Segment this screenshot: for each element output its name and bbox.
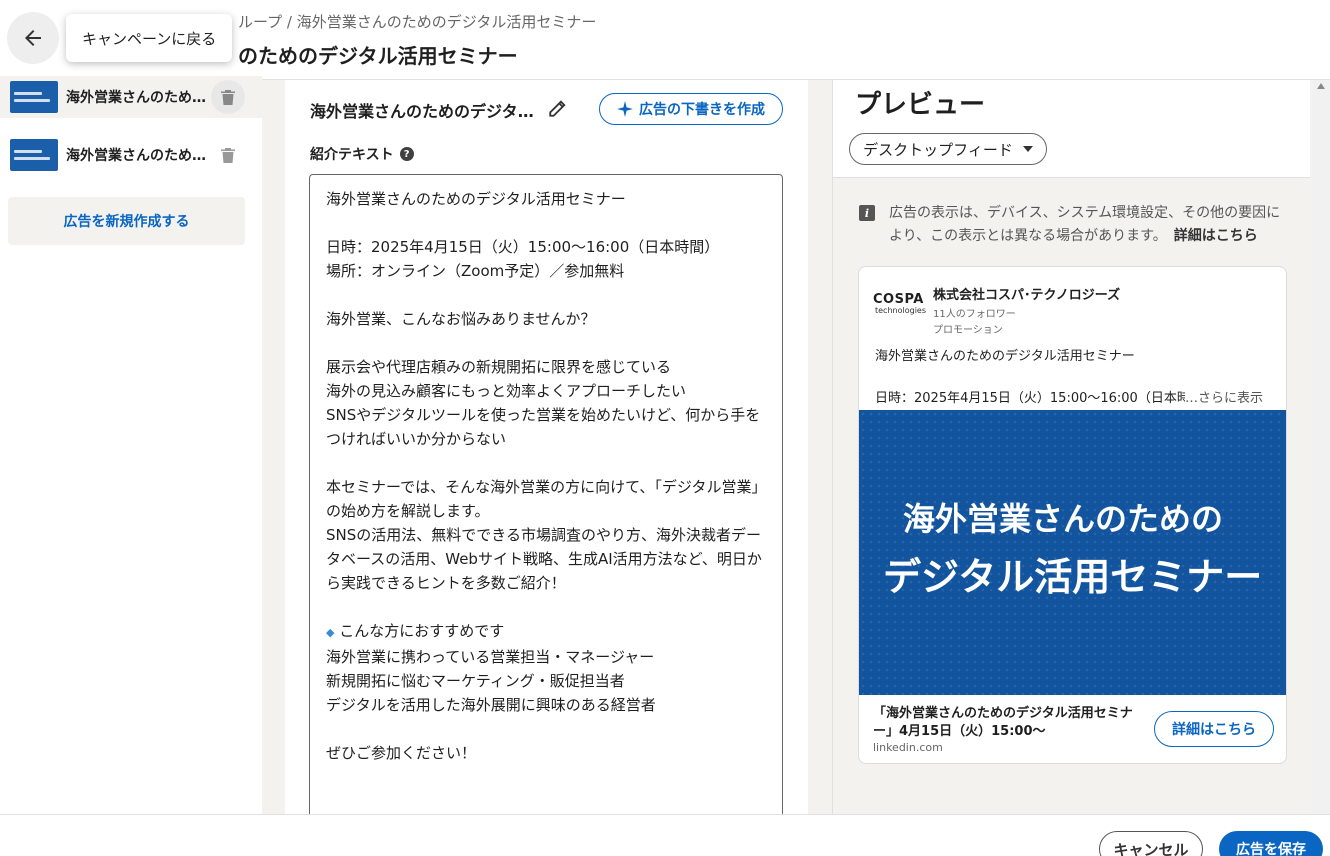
banner-heading: デジタル活用セミナー [883, 555, 1263, 599]
body-line: 海外営業さんのためのデジタル活用セミナー [326, 190, 626, 208]
see-more-link[interactable]: …さらに表示 [1185, 387, 1263, 406]
sparkle-icon [617, 101, 633, 117]
back-button[interactable] [7, 12, 59, 64]
card-domain: linkedin.com [873, 741, 943, 754]
intro-text-input[interactable]: 海外営業さんのためのデジタル活用セミナー 日時：2025年4月15日（火）15:… [309, 174, 783, 824]
body-line: ぜひご参加ください！ [326, 744, 477, 762]
trash-icon [221, 148, 235, 163]
body-line: 場所：オンライン（Zoom予定）／参加無料 [326, 262, 625, 280]
ad-thumbnail [10, 139, 58, 171]
body-line: 海外の見込み顧客にもっと効率よくアプローチしたい [326, 382, 687, 400]
pencil-icon[interactable] [548, 100, 566, 118]
feed-select-value: デスクトップフィード [863, 140, 1013, 159]
intro-text-label: 紹介テキスト ? [310, 144, 414, 164]
preview-panel: プレビュー デスクトップフィード i 広告の表示は、デバイス、システム環境設定、… [832, 80, 1310, 814]
preview-title: プレビュー [855, 90, 986, 120]
header: ループ / 海外営業さんのためのデジタル活用セミナー のためのデジタル活用セミナ… [0, 0, 1330, 80]
delete-ad-button[interactable] [211, 80, 245, 114]
preview-notice-text: 広告の表示は、デバイス、システム環境設定、その他の要因により、この表示とは異なる… [889, 202, 1289, 248]
ad-list-item[interactable]: 海外営業さんのためのデジタル活用セミナー [0, 134, 262, 176]
delete-ad-button[interactable] [211, 138, 245, 172]
preview-header: プレビュー デスクトップフィード [833, 80, 1310, 178]
logo-subtext: technologies [875, 306, 926, 315]
company-name[interactable]: 株式会社コスパ･テクノロジーズ [933, 284, 1120, 303]
body-line: 本セミナーでは、そんな海外営業の方に向けて、「デジタル営業」の始め方を解説します… [326, 478, 760, 520]
promoted-label: プロモーション [933, 325, 1003, 336]
info-icon: i [859, 205, 875, 221]
caret-down-icon [1022, 146, 1033, 152]
ad-thumbnail [10, 81, 58, 113]
learn-more-button[interactable]: 詳細はこちら [1154, 711, 1274, 747]
card-intro-line: 日時：2025年4月15日（火）15:00～16:00（日本時間） [875, 391, 1185, 406]
card-headline: 「海外営業さんのためのデジタル活用セミナー」4月15日（火）15:00～ [873, 706, 1133, 739]
body-line: SNSの活用法、無料でできる市場調査のやり方、海外決裁者データベースの活用、We… [326, 526, 762, 592]
company-logo: COSPA technologies [873, 292, 926, 315]
create-new-ad-button[interactable]: 広告を新規作成する [8, 197, 245, 245]
ad-list-sidebar: 海外営業さんのためのデジタル活用セミナー 海外営業さんのためのデジタル活用セミナ… [0, 76, 262, 814]
ad-item-name: 海外営業さんのためのデジタル活用セミナー [66, 90, 208, 106]
page-title: のためのデジタル活用セミナー [238, 44, 518, 68]
ad-list-item[interactable]: 海外営業さんのためのデジタル活用セミナー [0, 76, 262, 118]
banner-heading: 海外営業さんのための [903, 500, 1224, 538]
body-line: 海外営業に携わっている営業担当・マネージャー [326, 648, 655, 666]
breadcrumb[interactable]: ループ / 海外営業さんのためのデジタル活用セミナー [238, 11, 596, 32]
body-line: SNSやデジタルツールを使った営業を始めたいけど、何から手をつければいいか分から… [326, 406, 761, 448]
logo-text: COSPA [873, 292, 924, 307]
diamond-icon: ◆ [326, 626, 335, 639]
trash-icon [221, 90, 235, 105]
body-line: 日時：2025年4月15日（火）15:00～16:00（日本時間） [326, 238, 720, 256]
scrollbar[interactable] [1313, 80, 1330, 814]
body-line: 展示会や代理店頼みの新規開拓に限界を感じている [326, 358, 672, 376]
scroll-up-icon[interactable] [1317, 83, 1325, 89]
feed-type-select[interactable]: デスクトップフィード [849, 133, 1047, 165]
cancel-button[interactable]: キャンセル [1099, 831, 1203, 856]
draft-button-label: 広告の下書きを作成 [639, 102, 765, 118]
save-ad-button[interactable]: 広告を保存 [1219, 831, 1323, 856]
body-line: 海外営業、こんなお悩みありませんか？ [326, 310, 596, 328]
help-icon[interactable]: ? [399, 147, 414, 161]
follower-count: 11人のフォロワー [933, 309, 1016, 320]
create-ad-draft-button[interactable]: 広告の下書きを作成 [599, 93, 783, 125]
body-line: 新規開拓に悩むマーケティング・販促担当者 [326, 672, 625, 690]
body-line: デジタルを活用した海外展開に興味のある経営者 [326, 696, 656, 714]
body-line: こんな方におすすめです [339, 622, 505, 640]
ad-title: 海外営業さんのためのデジタル活用セミナー [310, 102, 538, 121]
learn-more-link[interactable]: 詳細はこちら [1174, 228, 1258, 244]
footer: キャンセル 広告を保存 [0, 814, 1330, 856]
ad-editor-panel: 海外営業さんのためのデジタル活用セミナー 広告の下書きを作成 紹介テキスト ? … [285, 80, 808, 824]
intro-text-label-text: 紹介テキスト [310, 147, 394, 163]
ad-banner-image[interactable]: 海外営業さんのための デジタル活用セミナー [859, 410, 1286, 695]
ad-item-name: 海外営業さんのためのデジタル活用セミナー [66, 148, 208, 164]
card-intro-line: 海外営業さんのためのデジタル活用セミナー [875, 349, 1135, 364]
back-tooltip: キャンペーンに戻る [66, 14, 233, 62]
ad-preview-card: COSPA technologies 株式会社コスパ･テクノロジーズ 11人のフ… [858, 266, 1287, 764]
arrow-left-icon [25, 30, 41, 46]
